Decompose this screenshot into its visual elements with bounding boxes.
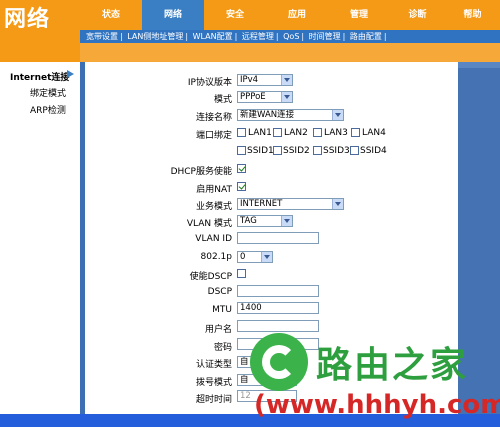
port-ssid3-checkbox[interactable]: [313, 146, 322, 155]
p8021-label: 802.1p: [200, 252, 232, 262]
chevron-down-icon: [332, 199, 343, 209]
watermark-text: 路由之家: [316, 345, 469, 386]
mode-select[interactable]: PPPoE: [237, 91, 293, 103]
vlan-id-label: VLAN ID: [195, 234, 232, 244]
chevron-down-icon: [281, 216, 292, 226]
mtu-input[interactable]: 1400: [237, 302, 319, 314]
port-lan1-label: LAN1: [248, 128, 272, 138]
dscp-enable-checkbox[interactable]: [237, 269, 246, 278]
subnav-sep: |: [185, 32, 189, 41]
service-mode-value: INTERNET: [240, 199, 283, 209]
timeout-input[interactable]: 12: [237, 390, 297, 402]
port-ssid2-label: SSID2: [283, 146, 310, 156]
port-bind-label: 端口绑定: [195, 131, 232, 141]
ip-version-select[interactable]: IPv4: [237, 74, 293, 86]
subnav-route[interactable]: 路由配置: [350, 32, 382, 41]
auth-type-select[interactable]: 自: [237, 356, 297, 368]
chevron-down-icon: [332, 110, 343, 120]
nav-tab-network[interactable]: 网络: [142, 0, 204, 30]
vlan-mode-value: TAG: [240, 216, 257, 226]
port-ssid1-checkbox[interactable]: [237, 146, 246, 155]
port-lan4-label: LAN4: [362, 128, 386, 138]
sidebar: [0, 62, 80, 427]
content-divider: [80, 62, 85, 427]
dial-mode-label: 拨号模式: [195, 378, 232, 388]
password-label: 密码: [213, 343, 232, 353]
sidebar-item-internet[interactable]: Internet连接: [10, 70, 69, 83]
port-lan4-checkbox[interactable]: [351, 128, 360, 137]
service-mode-label: 业务模式: [195, 202, 232, 212]
vlan-id-input[interactable]: [237, 232, 319, 244]
conn-name-label: 连接名称: [195, 113, 232, 123]
port-ssid4-label: SSID4: [360, 146, 387, 156]
vlan-mode-label: VLAN 模式: [186, 219, 232, 229]
username-label: 用户名: [204, 325, 232, 335]
p8021-value: 0: [240, 252, 246, 262]
nav-tab-help[interactable]: 帮助: [445, 0, 500, 30]
port-ssid1-label: SSID1: [247, 146, 274, 156]
sidebar-item-arp[interactable]: ARP检测: [30, 103, 66, 116]
password-input[interactable]: [237, 338, 319, 350]
taskbar: [0, 414, 500, 427]
conn-name-value: 新建WAN连接: [240, 110, 295, 120]
auth-type-label: 认证类型: [195, 360, 232, 370]
sidebar-item-bind-mode[interactable]: 绑定模式: [30, 86, 66, 99]
subnav-time[interactable]: 时间管理: [309, 32, 341, 41]
sidebar-active-arrow-icon: [67, 70, 74, 78]
mode-value: PPPoE: [240, 92, 266, 102]
nat-label: 启用NAT: [196, 185, 232, 195]
nav-tab-application[interactable]: 应用: [266, 0, 328, 30]
nav-tab-management[interactable]: 管理: [328, 0, 390, 30]
subnav-sep: |: [342, 32, 346, 41]
p8021-select[interactable]: 0: [237, 251, 273, 263]
port-lan1-checkbox[interactable]: [237, 128, 246, 137]
subnav-sep: |: [275, 32, 279, 41]
subnav-qos[interactable]: QoS: [283, 32, 299, 41]
port-lan2-checkbox[interactable]: [273, 128, 282, 137]
dscp-input[interactable]: [237, 285, 319, 297]
header-band: [0, 43, 500, 62]
nat-checkbox[interactable]: [237, 182, 246, 191]
dial-mode-select[interactable]: 自: [237, 374, 297, 386]
ip-version-label: IP协议版本: [187, 78, 232, 88]
vlan-mode-select[interactable]: TAG: [237, 215, 293, 227]
chevron-down-icon: [281, 75, 292, 85]
chevron-down-icon: [261, 252, 272, 262]
port-lan2-label: LAN2: [284, 128, 308, 138]
timeout-label: 超时时间: [195, 395, 232, 405]
port-lan3-checkbox[interactable]: [313, 128, 322, 137]
dscp-label: DSCP: [207, 287, 232, 297]
port-ssid3-label: SSID3: [323, 146, 350, 156]
chevron-down-icon: [281, 92, 292, 102]
subnav-wlan[interactable]: WLAN配置: [193, 32, 233, 41]
service-mode-select[interactable]: INTERNET: [237, 198, 344, 210]
conn-name-select[interactable]: 新建WAN连接: [237, 109, 344, 121]
subnav-broadband[interactable]: 宽带设置: [86, 32, 118, 41]
dial-mode-value: 自: [240, 375, 249, 385]
mode-label: 模式: [213, 95, 232, 105]
main-nav: 状态 网络 安全 应用 管理 诊断 帮助: [80, 0, 500, 30]
nav-tab-diagnosis[interactable]: 诊断: [390, 0, 445, 30]
ip-version-value: IPv4: [240, 75, 259, 85]
subnav-sep: |: [120, 32, 123, 41]
subnav-sep: |: [383, 32, 387, 41]
nav-tab-status[interactable]: 状态: [80, 0, 142, 30]
subnav-remote[interactable]: 远程管理: [242, 32, 274, 41]
subnav-sep: |: [301, 32, 305, 41]
nav-tab-security[interactable]: 安全: [204, 0, 266, 30]
dhcp-label: DHCP服务使能: [170, 167, 232, 177]
port-ssid2-checkbox[interactable]: [273, 146, 282, 155]
port-lan3-label: LAN3: [324, 128, 348, 138]
dhcp-checkbox[interactable]: [237, 164, 246, 173]
dscp-enable-label: 使能DSCP: [189, 272, 232, 282]
subnav-sep: |: [234, 32, 238, 41]
section-logo-title: 网络: [4, 6, 51, 32]
auth-type-value: 自: [240, 357, 249, 367]
sub-nav: 宽带设置 | LAN侧地址管理 | WLAN配置 | 远程管理 | QoS | 时间管理 |…: [80, 30, 500, 43]
right-scroll-area: [458, 62, 500, 427]
username-input[interactable]: [237, 320, 319, 332]
port-ssid4-checkbox[interactable]: [350, 146, 359, 155]
subnav-lan-address[interactable]: LAN侧地址管理: [127, 32, 183, 41]
mtu-label: MTU: [212, 305, 232, 315]
